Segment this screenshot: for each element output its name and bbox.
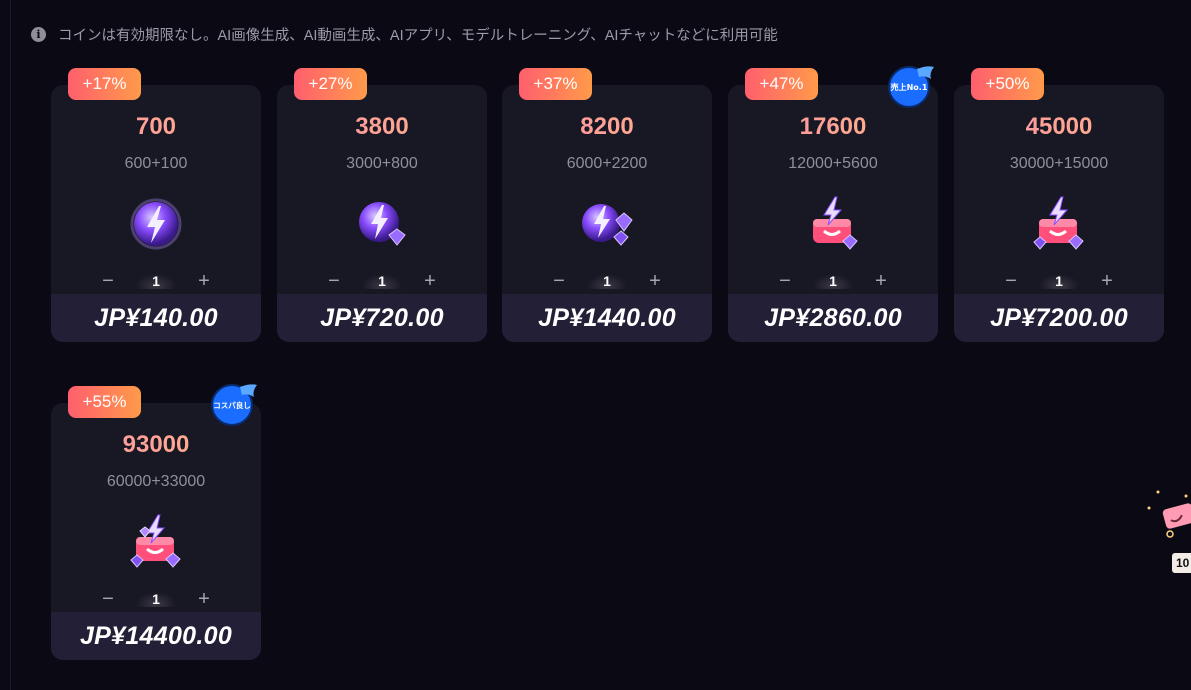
- quantity-value[interactable]: 1: [585, 273, 629, 289]
- decrease-button[interactable]: −: [1001, 270, 1021, 293]
- decrease-button[interactable]: −: [775, 270, 795, 293]
- lightning-orb-gems-icon: [582, 204, 633, 246]
- coin-package-card[interactable]: +17% 700 600+100 − 1 + JP¥140.00: [51, 68, 261, 342]
- coin-package-card[interactable]: +37% 8200 6000+2200 − 1 + JP¥1440.00: [502, 68, 712, 342]
- ribbon-label: 売上No.1: [891, 82, 928, 92]
- quantity-stepper: − 1 +: [51, 588, 261, 611]
- coin-breakdown: 30000+15000: [1009, 155, 1109, 172]
- buy-button[interactable]: JP¥7200.00: [954, 294, 1164, 342]
- bonus-badge: +37%: [519, 68, 592, 100]
- treasure-box-icon: [813, 196, 858, 250]
- decrease-button[interactable]: −: [549, 270, 569, 293]
- buy-button[interactable]: JP¥720.00: [277, 294, 487, 342]
- coin-breakdown: 60000+33000: [106, 473, 206, 490]
- bonus-badge: +55%: [68, 386, 141, 418]
- price-label: JP¥7200.00: [990, 303, 1128, 332]
- buy-button[interactable]: JP¥14400.00: [51, 612, 261, 660]
- quantity-stepper: − 1 +: [728, 270, 938, 293]
- increase-button[interactable]: +: [645, 270, 665, 293]
- coin-amount: 8200: [502, 113, 712, 141]
- coin-amount: 93000: [51, 431, 261, 459]
- coin-amount: 45000: [954, 113, 1164, 141]
- quantity-stepper: − 1 +: [277, 270, 487, 293]
- quantity-stepper: − 1 +: [954, 270, 1164, 293]
- increase-button[interactable]: +: [1097, 270, 1117, 293]
- floating-gift-widget[interactable]: 10: [1146, 486, 1191, 578]
- quantity-value[interactable]: 1: [360, 273, 404, 289]
- quantity-value[interactable]: 1: [1037, 273, 1081, 289]
- price-label: JP¥720.00: [320, 303, 444, 332]
- coin-amount: 700: [51, 113, 261, 141]
- price-label: JP¥1440.00: [538, 303, 676, 332]
- quantity-value[interactable]: 1: [134, 591, 178, 607]
- bonus-badge: +50%: [971, 68, 1044, 100]
- increase-button[interactable]: +: [194, 270, 214, 293]
- quantity-stepper: − 1 +: [51, 270, 261, 293]
- coin-breakdown: 600+100: [124, 155, 188, 172]
- increase-button[interactable]: +: [420, 270, 440, 293]
- decrease-button[interactable]: −: [98, 270, 118, 293]
- decrease-button[interactable]: −: [98, 588, 118, 611]
- treasure-box-gems-icon: [1033, 196, 1084, 250]
- bonus-badge: +47%: [745, 68, 818, 100]
- info-icon: i: [31, 26, 46, 42]
- lightning-orb-icon: [130, 198, 182, 250]
- quantity-stepper: − 1 +: [502, 270, 712, 293]
- coin-package-card[interactable]: +47% 売上No.1 17600 12000+5600 − 1 + JP¥28…: [728, 66, 938, 342]
- coin-package-card[interactable]: +55% コスパ良し 93000 60000+33000 − 1 + JP¥14…: [51, 384, 261, 660]
- coin-package-card[interactable]: +50% 45000 30000+15000 − 1 + JP¥7200.00: [954, 68, 1164, 342]
- increase-button[interactable]: +: [194, 588, 214, 611]
- best-seller-ribbon: 売上No.1: [888, 66, 934, 108]
- coin-breakdown: 6000+2200: [566, 155, 648, 172]
- coin-breakdown: 12000+5600: [788, 155, 878, 172]
- coin-package-card[interactable]: +27% 3800 3000+800 − 1 + JP¥720.00: [277, 68, 487, 342]
- ribbon-label: コスパ良し: [213, 400, 251, 410]
- buy-button[interactable]: JP¥140.00: [51, 294, 261, 342]
- quantity-value[interactable]: 1: [811, 273, 855, 289]
- price-label: JP¥14400.00: [79, 621, 233, 650]
- best-value-ribbon: コスパ良し: [211, 384, 257, 426]
- increase-button[interactable]: +: [871, 270, 891, 293]
- treasure-box-full-icon: [130, 514, 181, 568]
- decrease-button[interactable]: −: [324, 270, 344, 293]
- coin-amount: 3800: [277, 113, 487, 141]
- lightning-orb-small-gem-icon: [359, 202, 406, 246]
- quantity-value[interactable]: 1: [134, 273, 178, 289]
- coin-amount: 17600: [728, 113, 938, 141]
- bonus-badge: +17%: [68, 68, 141, 100]
- buy-button[interactable]: JP¥2860.00: [728, 294, 938, 342]
- gift-cart-icon: [1147, 490, 1191, 538]
- buy-button[interactable]: JP¥1440.00: [502, 294, 712, 342]
- price-label: JP¥2860.00: [764, 303, 902, 332]
- floating-count-label: 10: [1172, 553, 1191, 573]
- notice-text: コインは有効期限なし。AI画像生成、AI動画生成、AIアプリ、モデルトレーニング…: [58, 27, 778, 44]
- bonus-badge: +27%: [294, 68, 367, 100]
- price-label: JP¥140.00: [94, 303, 218, 332]
- left-divider: [10, 0, 11, 690]
- coin-breakdown: 3000+800: [346, 155, 418, 172]
- coin-notice: i コインは有効期限なし。AI画像生成、AI動画生成、AIアプリ、モデルトレーニ…: [31, 24, 778, 44]
